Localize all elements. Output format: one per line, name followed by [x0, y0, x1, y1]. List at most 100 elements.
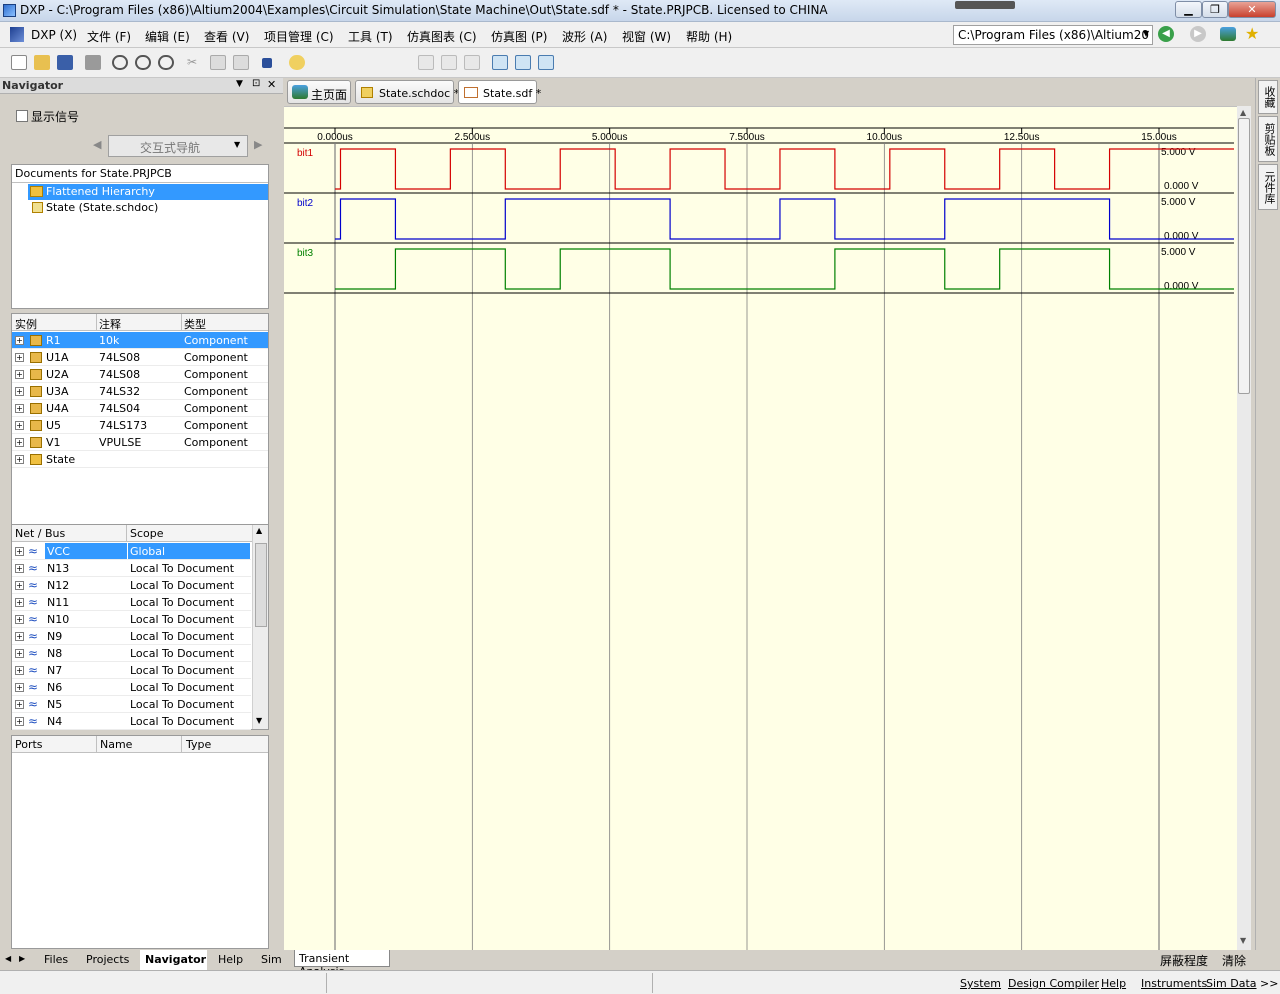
- paste-icon[interactable]: [233, 55, 249, 70]
- col-port-type[interactable]: Type: [186, 738, 211, 751]
- net-row[interactable]: + ≈ N7 Local To Document: [12, 662, 251, 679]
- expand-icon[interactable]: +: [15, 581, 24, 590]
- net-row[interactable]: + ≈ VCC Global: [12, 543, 251, 560]
- expand-icon[interactable]: +: [15, 564, 24, 573]
- menu-wave[interactable]: 波形 (A): [562, 28, 607, 45]
- status-system[interactable]: System: [960, 977, 1001, 990]
- add-plot-icon[interactable]: [492, 55, 508, 70]
- tab-files[interactable]: Files: [44, 950, 68, 970]
- tab-sim[interactable]: Sim: [261, 950, 282, 970]
- expand-icon[interactable]: +: [15, 455, 24, 464]
- show-signals-checkbox[interactable]: [16, 110, 28, 122]
- path-dropdown-arrow-icon[interactable]: ▼: [1143, 29, 1149, 38]
- col-type[interactable]: 类型: [184, 316, 206, 332]
- net-row[interactable]: + ≈ N11 Local To Document: [12, 594, 251, 611]
- expand-icon[interactable]: +: [15, 700, 24, 709]
- instance-row[interactable]: + U5 74LS173 Component: [12, 417, 268, 434]
- tab-navigator[interactable]: Navigator: [140, 950, 207, 970]
- expand-icon[interactable]: +: [15, 632, 24, 641]
- wave-scroll-down-icon[interactable]: ▼: [1240, 936, 1246, 945]
- mask-level-button[interactable]: 屏蔽程度: [1160, 952, 1208, 969]
- menu-window[interactable]: 视窗 (W): [622, 28, 671, 45]
- instance-row[interactable]: + U4A 74LS04 Component: [12, 400, 268, 417]
- menu-help[interactable]: 帮助 (H): [686, 28, 732, 45]
- zoom-out-icon[interactable]: [135, 55, 151, 70]
- nav-back-icon[interactable]: ◀: [93, 138, 101, 151]
- col-note[interactable]: 注释: [99, 316, 121, 332]
- instance-row[interactable]: + U1A 74LS08 Component: [12, 349, 268, 366]
- menu-tools[interactable]: 工具 (T): [348, 28, 393, 45]
- col-ports[interactable]: Ports: [15, 738, 43, 751]
- close-button[interactable]: ✕: [1228, 1, 1276, 18]
- net-row[interactable]: + ≈ N6 Local To Document: [12, 679, 251, 696]
- net-row[interactable]: + ≈ N8 Local To Document: [12, 645, 251, 662]
- clear-button[interactable]: 清除: [1222, 952, 1246, 969]
- add-wave-icon[interactable]: [515, 55, 531, 70]
- nets-scrollbar[interactable]: ▲ ▼: [252, 525, 268, 729]
- wave-tool-3-icon[interactable]: [464, 55, 480, 70]
- wave-tool-1-icon[interactable]: [418, 55, 434, 70]
- expand-icon[interactable]: +: [15, 598, 24, 607]
- scroll-up-icon[interactable]: ▲: [256, 526, 262, 535]
- status-instruments[interactable]: Instruments: [1141, 977, 1207, 990]
- net-row[interactable]: + ≈ N13 Local To Document: [12, 560, 251, 577]
- menu-edit[interactable]: 编辑 (E): [145, 28, 190, 45]
- tab-home[interactable]: 主页面: [287, 80, 351, 104]
- col-net-bus[interactable]: Net / Bus: [15, 527, 65, 540]
- col-instance[interactable]: 实例: [15, 316, 37, 332]
- expand-icon[interactable]: +: [15, 666, 24, 675]
- expand-icon[interactable]: +: [15, 615, 24, 624]
- doc-flattened-hierarchy[interactable]: Flattened Hierarchy: [28, 184, 268, 200]
- net-row[interactable]: + ≈ N12 Local To Document: [12, 577, 251, 594]
- zoom-fit-icon[interactable]: [158, 55, 174, 70]
- expand-icon[interactable]: +: [15, 438, 24, 447]
- scroll-down-icon[interactable]: ▼: [256, 716, 262, 725]
- nav-forward-icon[interactable]: ▶: [254, 138, 262, 151]
- menu-dxp[interactable]: DXP (X): [31, 28, 77, 42]
- panel-close-icon[interactable]: ✕: [267, 78, 276, 91]
- expand-icon[interactable]: +: [15, 387, 24, 396]
- tab-projects[interactable]: Projects: [86, 950, 129, 970]
- net-row[interactable]: + ≈ N5 Local To Document: [12, 696, 251, 713]
- forward-icon[interactable]: ▶: [1190, 26, 1206, 42]
- path-dropdown[interactable]: C:\Program Files (x86)\Altium20: [953, 25, 1153, 45]
- tabs-right-icon[interactable]: ▶: [19, 954, 25, 963]
- wave-scroll-up-icon[interactable]: ▲: [1240, 108, 1246, 117]
- expand-icon[interactable]: +: [15, 404, 24, 413]
- menu-sim-chart[interactable]: 仿真图表 (C): [407, 28, 477, 45]
- status-help[interactable]: Help: [1101, 977, 1126, 990]
- wave-scroll-thumb[interactable]: [1238, 118, 1250, 394]
- tab-state-sdf[interactable]: State.sdf *: [458, 80, 541, 104]
- expand-icon[interactable]: +: [15, 336, 24, 345]
- zoom-in-icon[interactable]: [112, 55, 128, 70]
- instance-row[interactable]: + State: [12, 451, 268, 468]
- instance-row[interactable]: + V1 VPULSE Component: [12, 434, 268, 451]
- help-bulb-icon[interactable]: [289, 55, 305, 70]
- wave-tool-2-icon[interactable]: [441, 55, 457, 70]
- home-icon[interactable]: [1220, 27, 1236, 41]
- select-icon[interactable]: [262, 58, 272, 68]
- expand-icon[interactable]: +: [15, 717, 24, 726]
- chart-options-icon[interactable]: [538, 55, 554, 70]
- pin-icon[interactable]: ⊡: [252, 78, 260, 89]
- expand-icon[interactable]: +: [15, 353, 24, 362]
- tab-transient-analysis[interactable]: Transient Analysis: [294, 950, 390, 978]
- dock-libraries[interactable]: 元件库: [1258, 164, 1278, 210]
- nav-dropdown-arrow-icon[interactable]: ▼: [234, 140, 240, 149]
- copy-icon[interactable]: [210, 55, 226, 70]
- net-row[interactable]: + ≈ N4 Local To Document: [12, 713, 251, 730]
- back-icon[interactable]: ◀: [1158, 26, 1174, 42]
- expand-icon[interactable]: +: [15, 547, 24, 556]
- expand-icon[interactable]: +: [15, 649, 24, 658]
- instance-row[interactable]: + U3A 74LS32 Component: [12, 383, 268, 400]
- instance-row[interactable]: + R1 10k Component: [12, 332, 268, 349]
- open-folder-icon[interactable]: [34, 55, 50, 70]
- save-icon[interactable]: [57, 55, 73, 70]
- panel-menu-icon[interactable]: ▼: [236, 79, 243, 89]
- cut-icon[interactable]: ✂: [187, 55, 203, 70]
- waveform-plot[interactable]: 0.000us 2.500us 5.000us 7.500us 10.00us 12.50…: [284, 107, 1239, 951]
- net-row[interactable]: + ≈ N10 Local To Document: [12, 611, 251, 628]
- tab-help[interactable]: Help: [218, 950, 243, 970]
- favorite-star-icon[interactable]: ★: [1245, 24, 1259, 43]
- instance-row[interactable]: + U2A 74LS08 Component: [12, 366, 268, 383]
